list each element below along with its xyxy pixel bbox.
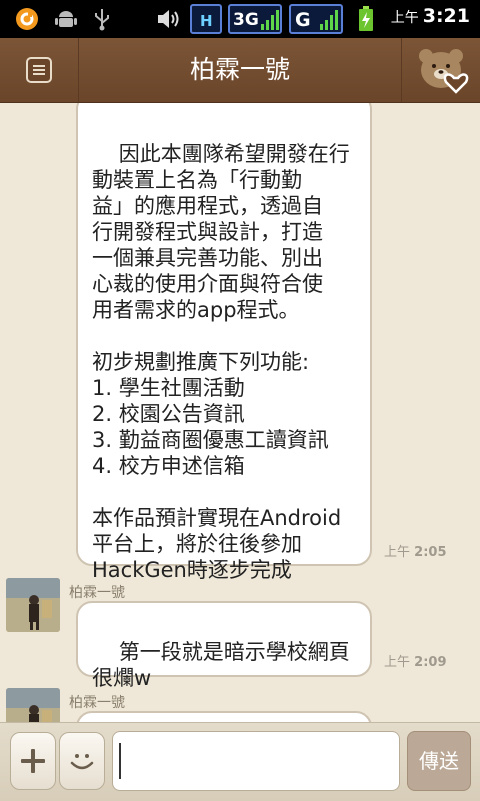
- avatar[interactable]: [6, 688, 60, 722]
- message-text: 因此本團隊希望開發在行 動裝置上名為「行動勤 益」的應用程式，透過自 行開發程式…: [92, 142, 350, 582]
- notification-icon: [16, 8, 38, 30]
- signal-icon-2: [320, 10, 338, 30]
- add-button[interactable]: [10, 732, 56, 790]
- bear-button[interactable]: [401, 38, 480, 102]
- network-g-label: G: [295, 9, 311, 31]
- volume-icon: [158, 10, 179, 28]
- chat-header: 柏霖一號: [0, 38, 480, 103]
- chat-area[interactable]: 因此本團隊希望開發在行 動裝置上名為「行動勤 益」的應用程式，透過自 行開發程式…: [0, 103, 480, 722]
- status-time: 3:21: [422, 5, 470, 27]
- network-3g-indicator: 3G: [228, 4, 282, 34]
- android-debug-icon: [55, 11, 77, 27]
- status-bar: H 3G G 上午 3:21: [0, 0, 480, 38]
- message-timestamp: 上午 2:05: [384, 541, 447, 560]
- message-input[interactable]: [112, 731, 400, 791]
- status-clock: 上午 3:21: [391, 5, 470, 27]
- sender-name: 柏霖一號: [69, 695, 125, 711]
- timestamp-time: 2:05: [414, 545, 447, 560]
- message-bubble[interactable]: 第一段就是暗示學校網頁 很爛w: [76, 601, 372, 690]
- send-button[interactable]: 傳送: [407, 731, 471, 791]
- network-3g-label: 3G: [233, 10, 259, 30]
- message-bubble[interactable]: [76, 711, 372, 722]
- battery-icon: [359, 6, 373, 31]
- text-cursor: [119, 743, 121, 779]
- timestamp-time: 2:09: [414, 655, 447, 670]
- message-text: 第一段就是暗示學校網頁 很爛w: [92, 640, 350, 690]
- avatar-image: [6, 578, 60, 632]
- timestamp-ampm: 上午: [384, 655, 411, 670]
- menu-icon: [26, 57, 52, 83]
- input-bar: 傳送: [0, 722, 480, 801]
- network-g-indicator: G: [289, 4, 343, 34]
- avatar[interactable]: [6, 578, 60, 632]
- network-h-label: H: [200, 12, 213, 30]
- sender-name: 柏霖一號: [69, 585, 125, 601]
- chat-title: 柏霖一號: [189, 55, 290, 84]
- menu-button[interactable]: [0, 38, 79, 102]
- emoticon-icon: [70, 754, 94, 770]
- emoticon-button[interactable]: [59, 732, 105, 790]
- usb-icon: [95, 9, 109, 31]
- signal-icon: [261, 10, 279, 30]
- network-h-indicator: H: [190, 4, 222, 34]
- message-timestamp: 上午 2:09: [384, 651, 447, 670]
- avatar-image: [6, 688, 60, 722]
- bear-heart-icon: [419, 49, 469, 94]
- message-bubble[interactable]: 因此本團隊希望開發在行 動裝置上名為「行動勤 益」的應用程式，透過自 行開發程式…: [76, 103, 372, 582]
- status-ampm: 上午: [390, 10, 419, 26]
- timestamp-ampm: 上午: [384, 545, 411, 560]
- plus-icon: [21, 749, 45, 773]
